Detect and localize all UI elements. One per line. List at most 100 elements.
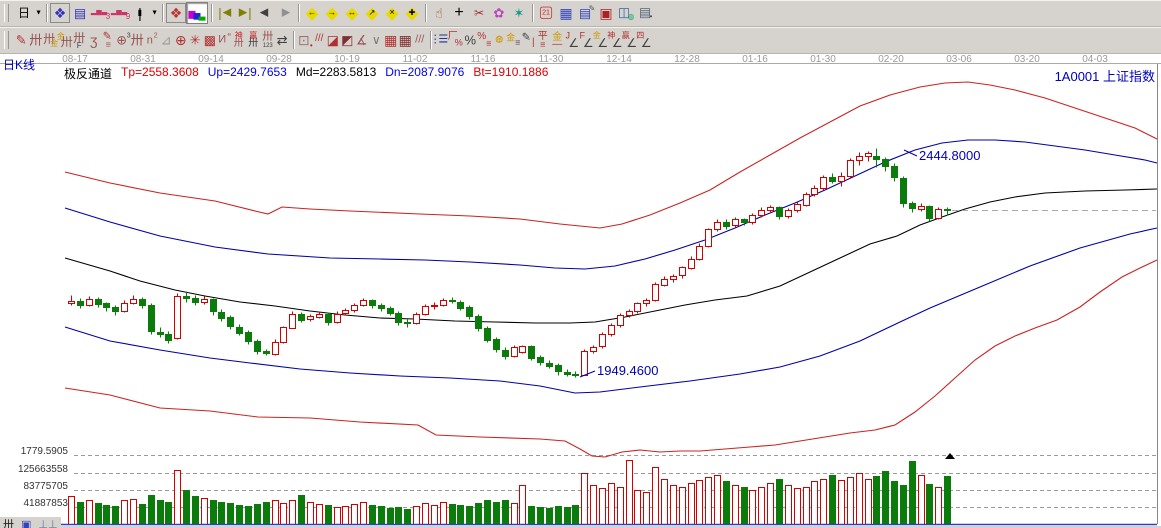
- ying-grid-icon[interactable]: 赢卅: [246, 30, 261, 50]
- toolbar-separator: [159, 3, 166, 23]
- plain-grid-icon[interactable]: 卅: [130, 30, 145, 50]
- shen-slope-icon[interactable]: 神∠: [608, 30, 623, 50]
- bars-9-icon-glyph: ▂▅▃: [111, 9, 127, 16]
- bar-width-icon[interactable]: ⇄: [275, 30, 290, 50]
- arc-tool-icon[interactable]: ʒ: [87, 30, 102, 50]
- toolbar-grip[interactable]: [4, 31, 9, 49]
- date-label: 12-14: [606, 54, 632, 65]
- date-label: 11-16: [471, 54, 496, 65]
- toolbar-separator: [295, 3, 302, 23]
- fan-shade2-icon[interactable]: ◩: [340, 30, 355, 50]
- print-icon[interactable]: ▤▪: [636, 3, 656, 23]
- diamond-hexpand-icon-glyph: ↔: [348, 9, 356, 17]
- diamond-cross-icon[interactable]: ◆✕: [382, 3, 402, 23]
- gold-levels-icon[interactable]: 金≡: [507, 30, 522, 50]
- web-box-icon[interactable]: ▩: [203, 30, 218, 50]
- last-bar-icon-glyph: ▶: [239, 8, 247, 19]
- save-icon[interactable]: ▣: [596, 3, 616, 23]
- drag-hand-icon[interactable]: ☝: [429, 3, 449, 23]
- cut-line-icon[interactable]: ✂: [469, 3, 489, 23]
- toolbar-separator: [208, 3, 215, 23]
- trend-grid-icon[interactable]: 卅: [29, 30, 44, 50]
- indicator-value: Tp=2558.3608: [121, 65, 199, 82]
- annotation-leader: [904, 150, 917, 156]
- last-bar-icon[interactable]: ▶|: [235, 3, 255, 23]
- web-box-icon-glyph: ▩: [204, 34, 216, 47]
- select-box-icon[interactable]: ⊡: [297, 30, 312, 50]
- candle-style-button[interactable]: |▮▼: [130, 3, 150, 23]
- zigzag-icon[interactable]: ∨: [369, 30, 384, 50]
- cycle3-icon[interactable]: ⊕3: [116, 30, 131, 50]
- speed-rays-icon[interactable]: ///•: [311, 30, 326, 50]
- percent-lines-icon[interactable]: %≡: [478, 30, 493, 50]
- pattern-red-icon[interactable]: ❖: [166, 3, 186, 23]
- pattern-tool-icon[interactable]: ✿: [489, 3, 509, 23]
- ping-lines-icon-glyph: ≡: [540, 41, 545, 50]
- period-button[interactable]: 日▼: [14, 3, 34, 23]
- diamond-hexpand-icon[interactable]: ◆↔: [342, 3, 362, 23]
- gold-underline-icon[interactable]: 金—: [550, 30, 565, 50]
- draw-pen-icon[interactable]: ✎: [14, 30, 29, 50]
- wave-icon[interactable]: И“: [217, 30, 232, 50]
- calendar-icon[interactable]: ▢21: [536, 3, 556, 23]
- gold-grid-icon[interactable]: 卅金: [43, 30, 58, 50]
- stat-ladder-icon[interactable]: ⋮☰: [434, 30, 449, 50]
- diamond-left-icon[interactable]: ◆←: [302, 3, 322, 23]
- gann-box2-icon-glyph: ▦: [399, 33, 412, 47]
- gold-circle-icon[interactable]: ○金: [492, 30, 507, 50]
- j-slope-icon[interactable]: J∠: [565, 30, 580, 50]
- angle-rays-icon[interactable]: ∡: [355, 30, 370, 50]
- pen-levels-icon-glyph: ≡: [106, 41, 111, 50]
- f-slope-icon[interactable]: F∠: [579, 30, 594, 50]
- gold-slope-icon[interactable]: 金∠: [594, 30, 609, 50]
- indicator-colors-icon[interactable]: ▆▅▃: [186, 2, 208, 24]
- slant-lines-icon[interactable]: ///: [413, 30, 428, 50]
- gann-box-icon[interactable]: ▦: [384, 30, 399, 50]
- shen-grid-icon[interactable]: 神卅: [232, 30, 247, 50]
- flag-icon[interactable]: ⊿: [159, 30, 174, 50]
- gold-slope-icon-glyph: 金: [593, 32, 601, 40]
- plain-grid-icon-glyph: 卅: [131, 34, 144, 47]
- dropdown-arrow-icon[interactable]: ▼: [151, 10, 158, 17]
- first-bar-icon[interactable]: |◀: [215, 3, 235, 23]
- prev-bar-icon[interactable]: ◀: [255, 3, 275, 23]
- pen-levels-icon[interactable]: ✎≡: [101, 30, 116, 50]
- t-percent-icon[interactable]: 厂%: [449, 30, 464, 50]
- circle-cross-icon[interactable]: ⊕: [174, 30, 189, 50]
- pen-measure-icon[interactable]: ✎|: [521, 30, 536, 50]
- fan-shade-icon[interactable]: ◪: [326, 30, 341, 50]
- dropdown-arrow-icon[interactable]: ▼: [35, 10, 42, 17]
- diamond-right-icon[interactable]: ◆→: [322, 3, 342, 23]
- crosshair-icon[interactable]: +: [449, 3, 469, 23]
- report-icon[interactable]: ▤: [70, 3, 90, 23]
- n2-icon[interactable]: n2: [145, 30, 160, 50]
- bars-3-icon[interactable]: ▂▅▃3: [90, 3, 110, 23]
- bars-9-icon[interactable]: ▂▅▃9: [110, 3, 130, 23]
- volume-axis-label-3: 41887853: [0, 498, 68, 509]
- percent-icon[interactable]: %: [463, 30, 478, 50]
- bars-3-icon-glyph: ▂▅▃: [91, 9, 107, 16]
- ping-lines-icon[interactable]: 平≡: [536, 30, 551, 50]
- grid-123-icon[interactable]: 卅123: [261, 30, 276, 50]
- radial-star-icon[interactable]: ✳: [188, 30, 203, 50]
- toolbar-grip[interactable]: [4, 4, 9, 22]
- f-grid-icon-glyph: 卅: [73, 32, 85, 44]
- calculator-icon[interactable]: ▦: [556, 3, 576, 23]
- ying-slope-icon[interactable]: 赢∠: [623, 30, 638, 50]
- gann-box2-icon[interactable]: ▦: [398, 30, 413, 50]
- smart-analysis-icon[interactable]: ✶: [509, 3, 529, 23]
- kline-plot[interactable]: 2444.80001949.4600: [0, 53, 1161, 528]
- export-icon[interactable]: ◫◍: [616, 3, 636, 23]
- indicator-value: Md=2283.5813: [296, 65, 376, 82]
- pattern-blue-icon[interactable]: ❖: [50, 3, 70, 23]
- indicator-colors-icon-glyph: ▆: [189, 10, 196, 19]
- next-bar-icon[interactable]: ▶: [275, 3, 295, 23]
- chart-panel[interactable]: 日K线 08-1708-3109-1409-2810-1911-0211-161…: [0, 53, 1161, 528]
- shen-grid-icon-glyph: 神: [235, 32, 243, 40]
- si-slope-icon[interactable]: 四∠: [637, 30, 652, 50]
- diamond-diag-icon[interactable]: ◆↗: [362, 3, 382, 23]
- diamond-expand-icon[interactable]: ◆✚: [402, 3, 422, 23]
- f-grid-icon[interactable]: 卅F: [72, 30, 87, 50]
- gold-grid2-icon[interactable]: 金卅: [58, 30, 73, 50]
- notes-icon[interactable]: ▤✎: [576, 3, 596, 23]
